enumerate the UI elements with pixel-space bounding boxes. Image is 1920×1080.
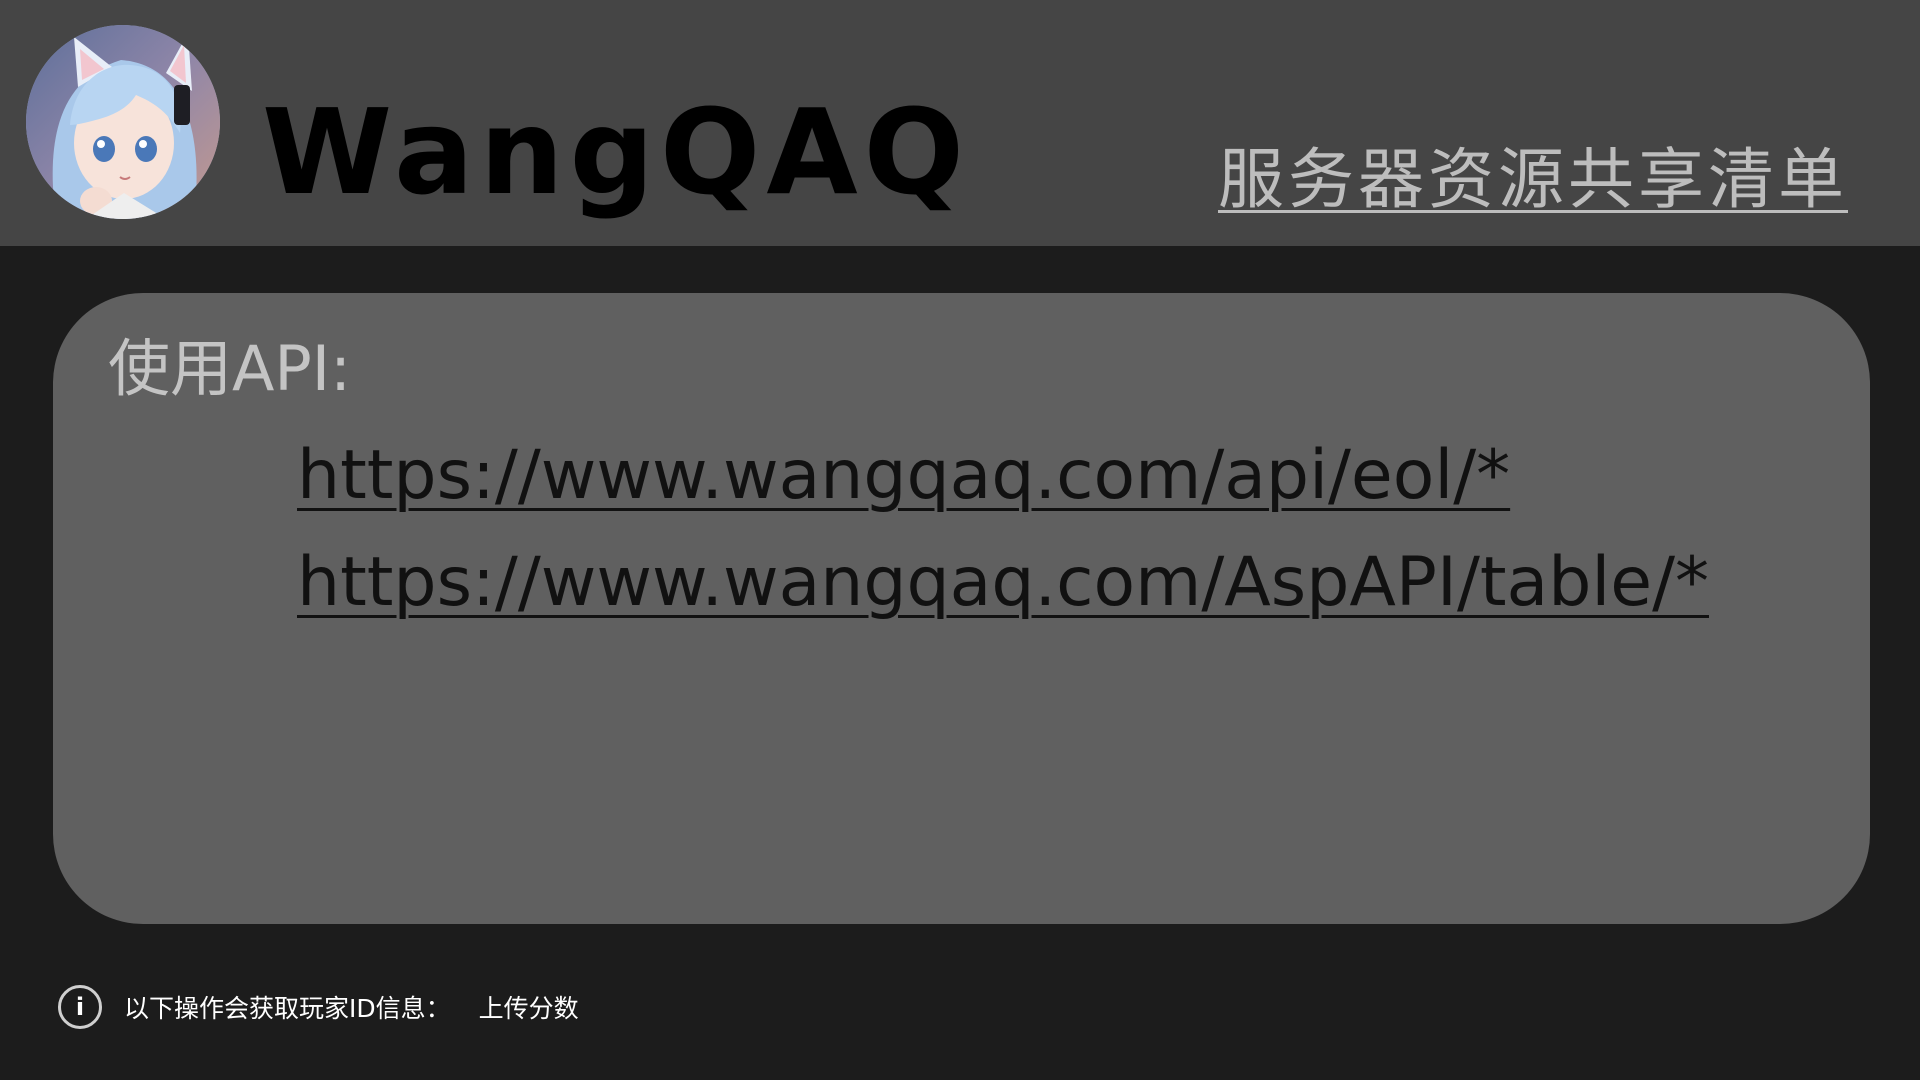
notice-bar: i 以下操作会获取玩家ID信息： 上传分数 bbox=[58, 985, 579, 1029]
brand-name: WangQAQ bbox=[262, 83, 970, 221]
api-label: 使用API: bbox=[108, 332, 351, 405]
api-panel: 使用API: https://www.wangqaq.com/api/eol/*… bbox=[53, 293, 1870, 924]
notice-text: 以下操作会获取玩家ID信息： bbox=[124, 994, 451, 1023]
header-bar: WangQAQ 服务器资源共享清单 bbox=[0, 0, 1920, 246]
info-icon: i bbox=[58, 985, 102, 1029]
page-title[interactable]: 服务器资源共享清单 bbox=[1218, 140, 1848, 220]
notice-action: 上传分数 bbox=[478, 994, 579, 1023]
avatar-illustration bbox=[26, 25, 220, 219]
avatar bbox=[26, 25, 220, 219]
api-link-eol[interactable]: https://www.wangqaq.com/api/eol/* bbox=[297, 433, 1510, 519]
api-link-table[interactable]: https://www.wangqaq.com/AspAPI/table/* bbox=[297, 540, 1709, 626]
